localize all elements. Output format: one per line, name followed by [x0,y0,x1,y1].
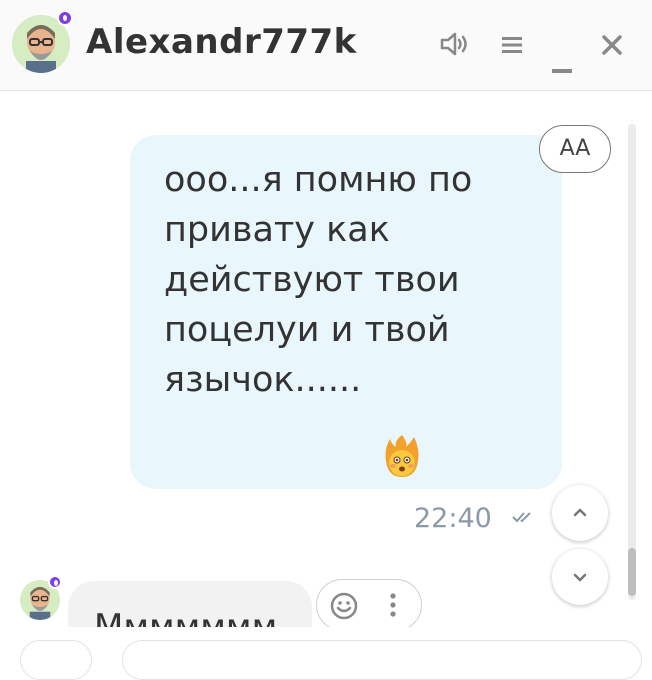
incoming-message-bubble[interactable]: Ммммммм [68,581,312,627]
message-actions [316,579,422,627]
scrollbar-thumb[interactable] [628,548,636,596]
chevron-down-icon [573,573,587,582]
composer-bar [0,628,652,680]
scrollbar[interactable] [628,124,636,600]
close-icon[interactable] [602,35,622,59]
attach-button[interactable] [20,640,92,680]
incoming-message-text: Ммммммм [94,607,278,627]
chevron-up-icon [573,508,587,517]
scroll-up-button[interactable] [552,485,608,541]
message-input[interactable] [122,640,642,680]
speaker-icon[interactable] [440,32,474,60]
online-badge-icon [57,10,73,26]
chat-title: Alexandr777k [86,22,357,62]
outgoing-message-text: ооо...я помню по привату как действуют т… [164,160,473,400]
more-options-icon[interactable] [389,592,397,622]
online-badge-icon [48,575,62,589]
message-list[interactable]: ооо...я помню по привату как действуют т… [0,91,652,627]
font-size-button[interactable]: AA [539,125,611,173]
message-time: 22:40 [414,503,492,534]
minimize-icon[interactable] [552,60,572,79]
chat-header: Alexandr777k [0,0,652,91]
emoji-reaction-icon[interactable] [329,591,359,625]
scroll-down-button[interactable] [552,549,608,605]
menu-icon[interactable] [502,36,522,58]
double-check-icon [512,509,538,528]
outgoing-message-bubble[interactable]: ооо...я помню по привату как действуют т… [130,135,562,489]
fire-face-emoji-icon [382,433,422,483]
